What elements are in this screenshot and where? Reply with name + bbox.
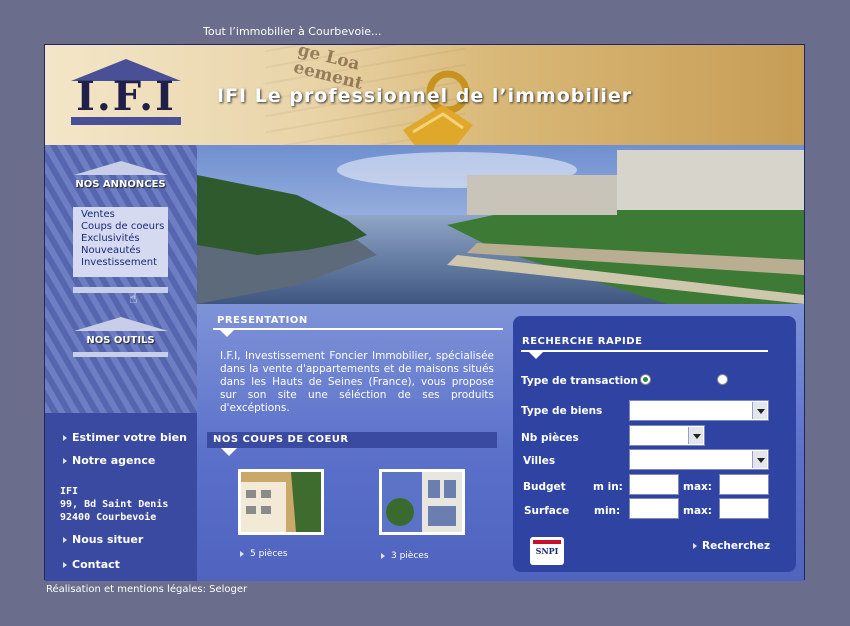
surface-max-input[interactable] — [719, 498, 769, 519]
budget-max-label: max: — [683, 481, 712, 493]
villes-label: Villes — [523, 455, 556, 467]
type-transaction-label: Type de transaction — [521, 375, 638, 387]
nb-pieces-select[interactable] — [629, 425, 705, 446]
menu-item-nouveautes[interactable]: Nouveautés — [81, 245, 168, 257]
nos-annonces-button[interactable]: NOS ANNONCES — [73, 161, 168, 207]
type-biens-select[interactable] — [629, 400, 769, 421]
arrow-right-icon — [240, 550, 244, 557]
surface-label: Surface — [524, 505, 570, 517]
triangle-down-icon — [219, 329, 235, 337]
snpi-stripe — [533, 540, 561, 544]
button-cap — [73, 161, 168, 175]
logo-text: I.F.I — [76, 73, 176, 120]
transaction-radio-1[interactable] — [640, 374, 651, 385]
property-caption-2[interactable]: 3 pièces — [381, 551, 429, 561]
sidebar-links-panel: Estimer votre bien Notre agence IFI 99, … — [45, 413, 197, 581]
chevron-down-icon — [752, 451, 767, 468]
nos-outils-button[interactable]: NOS OUTILS — [73, 317, 168, 363]
arrow-right-icon — [63, 562, 67, 568]
presentation-text: I.F.I, Investissement Foncier Immobilier… — [220, 350, 494, 414]
left-sidebar: NOS ANNONCES ☝ Ventes Coups de coeurs Ex… — [45, 145, 197, 581]
agency-address: IFI 99, Bd Saint Denis 92400 Courbevoie — [60, 486, 169, 523]
chevron-down-icon — [688, 427, 703, 444]
triangle-down-icon — [221, 448, 237, 456]
budget-min-label: m in: — [593, 481, 623, 493]
agence-link[interactable]: Notre agence — [63, 454, 155, 467]
estimer-link[interactable]: Estimer votre bien — [63, 431, 187, 444]
arrow-right-icon — [63, 435, 67, 441]
annonces-menu-base — [73, 287, 168, 293]
arrow-right-icon — [63, 537, 67, 543]
site-header: ge Loa eement I.F.I IFI Le professionnel… — [45, 45, 804, 145]
type-biens-label: Type de biens — [521, 405, 603, 417]
arrow-right-icon — [693, 543, 697, 549]
surface-max-label: max: — [683, 505, 712, 517]
nos-outils-label: NOS OUTILS — [86, 335, 155, 346]
menu-item-exclusivites[interactable]: Exclusivités — [81, 233, 168, 245]
property-thumbnail-1[interactable] — [238, 469, 324, 535]
contact-link[interactable]: Contact — [63, 558, 120, 571]
logo-base — [71, 117, 181, 125]
surface-min-input[interactable] — [629, 498, 679, 519]
menu-item-coups-de-coeurs[interactable]: Coups de coeurs — [81, 221, 168, 233]
snpi-badge: SNPI — [530, 537, 564, 565]
menu-item-investissement[interactable]: Investissement — [81, 257, 168, 269]
budget-max-input[interactable] — [719, 474, 769, 495]
triangle-down-icon — [529, 352, 543, 359]
surface-min-label: min: — [594, 505, 621, 517]
coups-de-coeur-title: NOS COUPS DE COEUR — [213, 434, 349, 445]
transaction-radio-2[interactable] — [717, 374, 728, 385]
site-slogan: IFI Le professionnel de l’immobilier — [217, 85, 633, 107]
button-underbar — [73, 352, 168, 357]
arrow-right-icon — [63, 458, 67, 464]
snpi-text: SNPI — [535, 546, 559, 556]
search-submit-link[interactable]: Recherchez — [693, 540, 770, 552]
quick-search-panel: RECHERCHE RAPIDE Type de transaction Typ… — [513, 316, 796, 572]
quick-search-divider — [521, 350, 768, 352]
property-thumbnail-2[interactable] — [379, 469, 465, 535]
menu-item-ventes[interactable]: Ventes — [81, 209, 168, 221]
footer-credits[interactable]: Réalisation et mentions légales: Seloger — [46, 584, 247, 595]
budget-min-input[interactable] — [629, 474, 679, 495]
villes-select[interactable] — [629, 449, 769, 470]
chevron-down-icon — [752, 402, 767, 419]
hand-cursor-icon: ☝ — [129, 291, 138, 307]
apartment-photo — [382, 472, 462, 532]
building-photo — [241, 472, 321, 532]
house-key-icon — [403, 70, 473, 145]
button-cap — [73, 317, 168, 331]
site-frame: ge Loa eement I.F.I IFI Le professionnel… — [44, 44, 805, 581]
ifi-logo[interactable]: I.F.I — [71, 59, 181, 125]
seine-river-photo — [197, 145, 804, 304]
presentation-title: PRESENTATION — [217, 315, 308, 326]
presentation-divider — [213, 328, 503, 330]
annonces-menu: Ventes Coups de coeurs Exclusivités Nouv… — [73, 207, 168, 277]
nos-annonces-label: NOS ANNONCES — [75, 179, 166, 190]
property-caption-1[interactable]: 5 pièces — [240, 549, 288, 559]
quick-search-title: RECHERCHE RAPIDE — [522, 336, 643, 347]
nb-pieces-label: Nb pièces — [521, 432, 579, 444]
budget-label: Budget — [523, 481, 566, 493]
top-tagline: Tout l’immobilier à Courbevoie... — [203, 25, 382, 38]
arrow-right-icon — [381, 552, 385, 559]
situer-link[interactable]: Nous situer — [63, 533, 143, 546]
